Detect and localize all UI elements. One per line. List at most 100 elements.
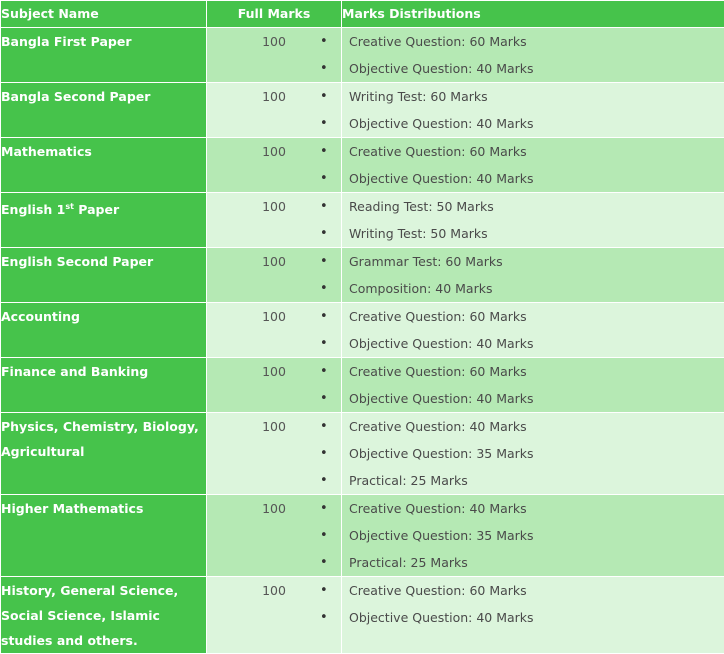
- table-row: Bangla Second Paper 100 • Writing Test: 6…: [0, 82, 724, 138]
- distribution-text: Writing Test: 50 Marks: [349, 226, 488, 241]
- distribution-text: Objective Question: 40 Marks: [349, 610, 534, 625]
- list-item: • Creative Question: 60 Marks: [320, 358, 724, 385]
- subject-cell: Physics, Chemistry, Biology, Agricultura…: [0, 412, 207, 495]
- distribution-cell: • Creative Question: 60 Marks • Objective …: [320, 27, 724, 83]
- distribution-cell: • Creative Question: 40 Marks • Objective …: [320, 412, 724, 495]
- distribution-text: Creative Question: 60 Marks: [349, 364, 527, 379]
- bullet-icon: •: [320, 528, 328, 543]
- bullet-icon: •: [320, 144, 328, 159]
- list-item: • Creative Question: 60 Marks: [320, 138, 724, 165]
- table-row: Bangla First Paper 100 • Creative Questio…: [0, 27, 724, 83]
- marks-table: Subject Name Full Marks Marks Distributi…: [0, 0, 724, 654]
- distribution-cell: • Creative Question: 60 Marks • Objective …: [320, 357, 724, 413]
- subject-cell: Finance and Banking: [0, 357, 207, 413]
- subject-name: History, General Science, Social Science…: [1, 583, 179, 648]
- subject-cell: Bangla Second Paper: [0, 82, 207, 138]
- list-item: • Objective Question: 40 Marks: [320, 330, 724, 357]
- bullet-icon: •: [320, 555, 328, 570]
- subject-cell: Mathematics: [0, 137, 207, 193]
- subject-cell: Bangla First Paper: [0, 27, 207, 83]
- list-item: • Creative Question: 40 Marks: [320, 495, 724, 522]
- distribution-cell: • Writing Test: 60 Marks • Objective Quest…: [320, 82, 724, 138]
- list-item: • Objective Question: 40 Marks: [320, 385, 724, 412]
- table-row: English 1st Paper 100 • Reading Test: 50 …: [0, 192, 724, 248]
- list-item: • Objective Question: 40 Marks: [320, 110, 724, 137]
- list-item: • Writing Test: 50 Marks: [320, 220, 724, 247]
- subject-cell: English Second Paper: [0, 247, 207, 303]
- distribution-text: Objective Question: 35 Marks: [349, 528, 534, 543]
- bullet-icon: •: [320, 610, 328, 625]
- bullet-icon: •: [320, 89, 328, 104]
- subject-name: Bangla Second Paper: [1, 89, 151, 104]
- bullet-icon: •: [320, 446, 328, 461]
- distribution-text: Practical: 25 Marks: [349, 473, 468, 488]
- table-row: Higher Mathematics 100 • Creative Questio…: [0, 494, 724, 577]
- bullet-icon: •: [320, 116, 328, 131]
- bullet-icon: •: [320, 501, 328, 516]
- table-row: Mathematics 100 • Creative Question: 60 M…: [0, 137, 724, 193]
- subject-name: English 1st Paper: [1, 193, 206, 222]
- ordinal-superscript: st: [65, 202, 74, 211]
- list-item: • Objective Question: 40 Marks: [320, 604, 724, 631]
- subject-cell: English 1st Paper: [0, 192, 207, 248]
- list-item: • Writing Test: 60 Marks: [320, 83, 724, 110]
- bullet-icon: •: [320, 391, 328, 406]
- subject-name: Finance and Banking: [1, 364, 149, 379]
- list-item: • Grammar Test: 60 Marks: [320, 248, 724, 275]
- subject-name: Bangla First Paper: [1, 34, 132, 49]
- distribution-text: Creative Question: 60 Marks: [349, 309, 527, 324]
- distribution-text: Creative Question: 40 Marks: [349, 501, 527, 516]
- bullet-icon: •: [320, 199, 328, 214]
- bullet-icon: •: [320, 583, 328, 598]
- bullet-icon: •: [320, 61, 328, 76]
- subject-name: Mathematics: [1, 144, 92, 159]
- header-subject: Subject Name: [0, 0, 207, 28]
- list-item: • Objective Question: 40 Marks: [320, 55, 724, 82]
- distribution-text: Objective Question: 40 Marks: [349, 336, 534, 351]
- table-row: Physics, Chemistry, Biology, Agricultura…: [0, 412, 724, 495]
- subject-name-part: Paper: [73, 202, 120, 218]
- bullet-icon: •: [320, 281, 328, 296]
- bullet-icon: •: [320, 171, 328, 186]
- distribution-text: Creative Question: 60 Marks: [349, 34, 527, 49]
- header-full-marks: Full Marks: [206, 0, 342, 28]
- distribution-cell: • Reading Test: 50 Marks • Writing Test: 5…: [320, 192, 724, 248]
- list-item: • Creative Question: 60 Marks: [320, 577, 724, 604]
- distribution-text: Creative Question: 60 Marks: [349, 144, 527, 159]
- distribution-cell: • Creative Question: 60 Marks • Objective …: [320, 576, 724, 654]
- distribution-cell: • Creative Question: 60 Marks • Objective …: [320, 137, 724, 193]
- distribution-text: Objective Question: 40 Marks: [349, 61, 534, 76]
- bullet-icon: •: [320, 254, 328, 269]
- subject-cell: Accounting: [0, 302, 207, 358]
- header-row: Subject Name Full Marks Marks Distributi…: [0, 0, 724, 28]
- distribution-text: Objective Question: 40 Marks: [349, 116, 534, 131]
- header-distributions: Marks Distributions: [341, 0, 724, 28]
- bullet-icon: •: [320, 226, 328, 241]
- distribution-text: Reading Test: 50 Marks: [349, 199, 494, 214]
- list-item: • Composition: 40 Marks: [320, 275, 724, 302]
- distribution-cell: • Creative Question: 60 Marks • Objective …: [320, 302, 724, 358]
- list-item: • Creative Question: 60 Marks: [320, 28, 724, 55]
- table-row: History, General Science, Social Science…: [0, 576, 724, 654]
- list-item: • Objective Question: 35 Marks: [320, 440, 724, 467]
- distribution-text: Creative Question: 40 Marks: [349, 419, 527, 434]
- bullet-icon: •: [320, 364, 328, 379]
- list-item: • Objective Question: 40 Marks: [320, 165, 724, 192]
- bullet-icon: •: [320, 473, 328, 488]
- distribution-text: Practical: 25 Marks: [349, 555, 468, 570]
- list-item: • Practical: 25 Marks: [320, 549, 724, 576]
- subject-cell: History, General Science, Social Science…: [0, 576, 207, 654]
- bullet-icon: •: [320, 309, 328, 324]
- subject-cell: Higher Mathematics: [0, 494, 207, 577]
- distribution-text: Objective Question: 40 Marks: [349, 171, 534, 186]
- subject-name: Higher Mathematics: [1, 501, 144, 516]
- list-item: • Objective Question: 35 Marks: [320, 522, 724, 549]
- list-item: • Reading Test: 50 Marks: [320, 193, 724, 220]
- bullet-icon: •: [320, 336, 328, 351]
- distribution-cell: • Creative Question: 40 Marks • Objective …: [320, 494, 724, 577]
- distribution-text: Objective Question: 35 Marks: [349, 446, 534, 461]
- table-row: Accounting 100 • Creative Question: 60 Ma…: [0, 302, 724, 358]
- bullet-icon: •: [320, 34, 328, 49]
- distribution-text: Writing Test: 60 Marks: [349, 89, 488, 104]
- distribution-text: Composition: 40 Marks: [349, 281, 493, 296]
